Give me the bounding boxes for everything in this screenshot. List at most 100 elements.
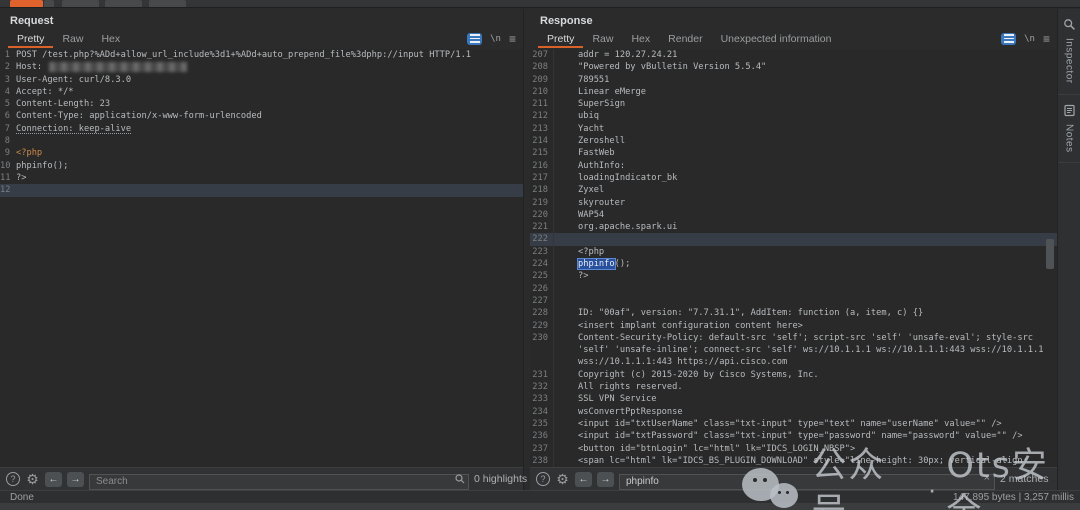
tab-render[interactable]: Render (659, 31, 711, 48)
code-line[interactable]: 1 POST /test.php?%ADd+allow_url_include%3… (0, 49, 523, 61)
code-line[interactable]: 238 <span lc="html" lk="IDCS_BS_PLUGIN_DO… (530, 454, 1057, 467)
code-line[interactable]: 212 ubiq (530, 110, 1057, 123)
top-tab-stub[interactable] (149, 0, 186, 7)
code-line[interactable]: 222 (530, 233, 1057, 246)
code-text: phpinfo(); (13, 160, 68, 172)
line-number: 4 (4, 86, 10, 97)
code-line[interactable]: 215 FastWeb (530, 147, 1057, 160)
code-line[interactable]: 11 ?> (0, 172, 523, 184)
code-text: ubiq (554, 110, 599, 122)
code-line[interactable]: 9 <?php (0, 147, 523, 159)
clear-icon[interactable]: × (984, 472, 990, 484)
code-line[interactable]: 218 Zyxel (530, 184, 1057, 197)
sidebar-item-inspector[interactable]: Inspector (1058, 9, 1080, 95)
code-text: Copyright (c) 2015-2020 by Cisco Systems… (554, 369, 819, 381)
code-line[interactable]: 5 Content-Length: 23 (0, 98, 523, 110)
code-line[interactable]: 219 skyrouter (530, 196, 1057, 209)
code-line[interactable]: 223 <?php (530, 245, 1057, 259)
code-segment: <span lc="html" lk="IDCS_BS_PLUGIN_DOWNL… (578, 455, 1028, 466)
request-search-input[interactable] (89, 473, 469, 490)
code-line[interactable]: 12 (0, 184, 523, 197)
code-line[interactable]: 4 Accept: */* (0, 86, 523, 98)
code-line[interactable]: 3 User-Agent: curl/8.3.0 (0, 74, 523, 86)
top-tab-stub-selected[interactable] (10, 0, 43, 7)
code-line[interactable]: 8 (0, 135, 523, 147)
code-line[interactable]: 207 addr = 120.27.24.21 (530, 49, 1057, 62)
code-line[interactable]: wss://10.1.1.1:443 https://api.cisco.com (530, 356, 1057, 369)
inspector-icon (1063, 19, 1075, 30)
code-line[interactable]: 229 <insert implant configuration content… (530, 319, 1057, 332)
code-line[interactable]: 217 loadingIndicator_bk (530, 171, 1057, 185)
request-panel: Request Pretty Raw Hex \n ≡ 1 POST /test.ph… (0, 9, 527, 490)
code-line[interactable]: 213 Yacht (530, 122, 1057, 136)
response-search-input[interactable] (619, 473, 995, 490)
code-line[interactable]: 216 AuthInfo: (530, 159, 1057, 172)
tab-pretty[interactable]: Pretty (538, 31, 584, 48)
line-number: 8 (4, 136, 10, 147)
tab-raw[interactable]: Raw (583, 31, 622, 48)
code-line[interactable]: 231 Copyright (c) 2015-2020 by Cisco Syst… (530, 368, 1057, 382)
response-editor[interactable]: 207 addr = 120.27.24.21 208 "Powered by vBu… (530, 49, 1057, 467)
code-line[interactable]: 230 Content-Security-Policy: default-src … (530, 331, 1057, 345)
code-line[interactable]: 226 (530, 282, 1057, 295)
tab-hex[interactable]: Hex (622, 31, 659, 48)
soft-wrap-icon[interactable] (1001, 32, 1017, 45)
code-line[interactable]: 7 Connection: keep-alive (0, 123, 523, 135)
tab-hex[interactable]: Hex (92, 31, 129, 48)
code-line[interactable]: 235 <input id="txtUserName" class="txt-in… (530, 417, 1057, 431)
burp-repeater-screen: Request Pretty Raw Hex \n ≡ 1 POST /test.ph… (0, 0, 1080, 510)
code-line[interactable]: 224 phpinfo(); (530, 258, 1057, 271)
sidebar-item-notes[interactable]: Notes (1058, 95, 1080, 164)
line-number: 218 (530, 184, 554, 197)
help-icon[interactable]: ? (6, 472, 20, 486)
code-line[interactable]: 220 WAP54 (530, 208, 1057, 222)
tab-pretty[interactable]: Pretty (8, 31, 54, 48)
forward-icon[interactable]: → (67, 471, 84, 487)
code-line[interactable]: 10 phpinfo(); (0, 160, 523, 172)
code-line[interactable]: 221 org.apache.spark.ui (530, 221, 1057, 234)
code-line[interactable]: 234 wsConvertPptResponse (530, 405, 1057, 418)
tab-unexpected-information[interactable]: Unexpected information (712, 31, 841, 48)
help-icon[interactable]: ? (536, 472, 550, 486)
code-segment: Content-Length: 23 (16, 99, 111, 110)
code-line[interactable]: 233 SSL VPN Service (530, 393, 1057, 406)
top-tab-stub[interactable] (44, 0, 54, 7)
menu-icon[interactable]: ≡ (509, 33, 516, 45)
code-line[interactable]: 232 All rights reserved. (530, 381, 1057, 394)
code-line[interactable]: 209 789551 (530, 73, 1057, 86)
back-icon[interactable]: ← (45, 471, 62, 487)
newline-icon[interactable]: \n (1024, 34, 1035, 44)
code-line[interactable]: 237 <button id="btnLogin" lc="html" lk="I… (530, 442, 1057, 455)
request-editor[interactable]: 1 POST /test.php?%ADd+allow_url_include%3… (0, 49, 523, 467)
line-number: 9 (4, 148, 10, 159)
forward-icon[interactable]: → (597, 471, 614, 487)
code-line[interactable]: 208 "Powered by vBulletin Version 5.5.4" (530, 61, 1057, 74)
code-line[interactable]: 214 Zeroshell (530, 135, 1057, 148)
line-number (530, 356, 554, 369)
code-line[interactable]: 225 ?> (530, 270, 1057, 283)
code-line[interactable]: 228 ID: "00af", version: "7.7.31.1", AddI… (530, 307, 1057, 320)
top-tab-stub[interactable] (105, 0, 142, 7)
settings-icon[interactable]: ⚙ (555, 471, 570, 487)
menu-icon[interactable]: ≡ (1043, 33, 1050, 45)
code-line[interactable]: 2 Host: (0, 61, 523, 73)
scrollbar-thumb[interactable] (1046, 239, 1054, 269)
back-icon[interactable]: ← (575, 471, 592, 487)
code-line[interactable]: 210 Linear eMerge (530, 85, 1057, 99)
code-line[interactable]: 227 (530, 294, 1057, 308)
code-line[interactable]: 236 <input id="txtPassword" class="txt-in… (530, 430, 1057, 443)
settings-icon[interactable]: ⚙ (25, 471, 40, 487)
tab-raw[interactable]: Raw (53, 31, 92, 48)
code-line[interactable]: 6 Content-Type: application/x-www-form-ur… (0, 110, 523, 122)
line-number: 234 (530, 405, 554, 418)
code-segment: wss://10.1.1.1:443 https://api.cisco.com (578, 357, 788, 368)
top-tab-strip (0, 0, 1080, 8)
matches-count: 2 matches (1000, 473, 1049, 485)
code-line[interactable]: 'self' 'unsafe-inline'; connect-src 'sel… (530, 344, 1057, 357)
soft-wrap-icon[interactable] (467, 32, 483, 45)
top-tab-stub[interactable] (62, 0, 99, 7)
code-text: FastWeb (554, 147, 615, 159)
code-line[interactable]: 211 SuperSign (530, 98, 1057, 111)
newline-icon[interactable]: \n (490, 34, 501, 44)
